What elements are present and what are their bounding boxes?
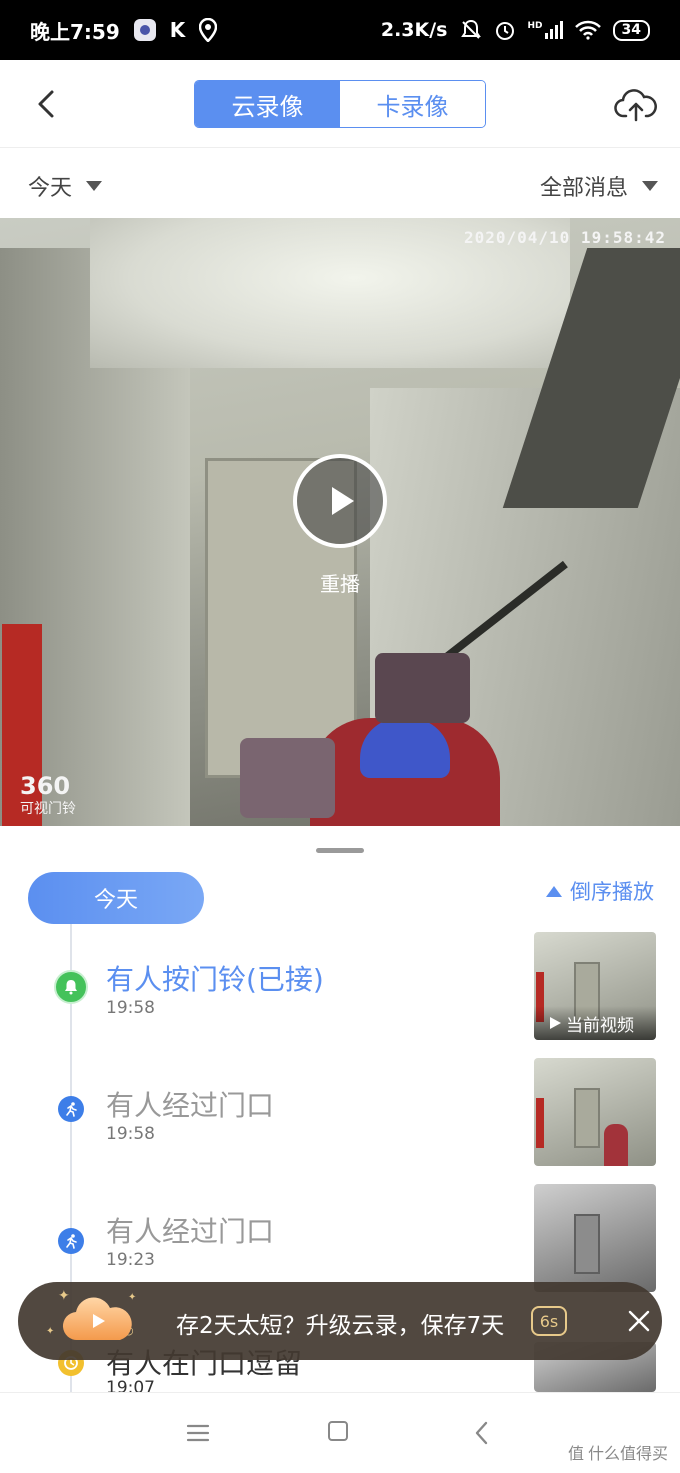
status-bar: 晚上7:59 K 2.3K/s HD 34	[0, 0, 680, 60]
tab-cloud-recording[interactable]: 云录像	[195, 81, 340, 127]
reverse-play-label: 倒序播放	[570, 880, 654, 904]
tab-card-recording[interactable]: 卡录像	[340, 81, 485, 127]
video-timestamp: 2020/04/10 19:58:42	[463, 228, 666, 247]
caret-down-icon	[642, 181, 658, 191]
current-video-caption: 当前视频	[534, 1006, 656, 1040]
watermark-icon: 值	[567, 1444, 584, 1463]
battery-indicator: 34	[612, 19, 650, 41]
caret-down-icon	[86, 181, 103, 191]
event-thumbnail[interactable]	[534, 1058, 656, 1166]
replay-label: 重播	[320, 572, 360, 596]
wifi-icon	[574, 20, 601, 40]
back-icon[interactable]	[472, 1419, 492, 1447]
running-person-icon	[58, 1228, 84, 1254]
event-title: 有人经过门口	[106, 1089, 275, 1122]
k-app-icon: K	[169, 18, 186, 42]
caret-up-icon	[546, 885, 562, 897]
event-time: 19:58	[106, 1124, 155, 1144]
drag-handle[interactable]	[316, 848, 364, 853]
play-icon	[332, 487, 354, 515]
face-blur	[240, 738, 335, 818]
date-filter-dropdown[interactable]: 今天	[28, 170, 103, 202]
sparkle-icon: ✦	[46, 1326, 55, 1337]
event-thumbnail[interactable]	[534, 1184, 656, 1292]
recording-source-toggle: 云录像 卡录像	[194, 80, 486, 128]
event-time: 19:58	[106, 998, 155, 1018]
cloud-play-icon	[62, 1297, 132, 1341]
filter-bar: 今天 全部消息	[0, 148, 680, 218]
promo-countdown: 6s	[531, 1306, 567, 1336]
message-type-dropdown[interactable]: 全部消息	[540, 170, 658, 202]
mute-bell-icon	[460, 19, 481, 39]
video-player[interactable]: 2020/04/10 19:58:42 360 可视门铃 重播	[0, 218, 680, 826]
event-thumbnail[interactable]: 当前视频	[534, 932, 656, 1040]
source-watermark: 值 什么值得买	[568, 1440, 668, 1464]
play-icon	[550, 1017, 561, 1029]
replay-button[interactable]	[293, 454, 387, 548]
status-time: 晚上7:59	[30, 19, 120, 44]
menu-icon[interactable]	[186, 1423, 210, 1443]
running-person-icon	[58, 1096, 84, 1122]
date-filter-label: 今天	[28, 176, 73, 201]
message-type-label: 全部消息	[539, 176, 628, 201]
app-notification-icon	[133, 19, 156, 41]
home-button[interactable]	[328, 1421, 348, 1441]
logo-text: 可视门铃	[20, 801, 76, 817]
location-icon	[199, 18, 218, 42]
cloud-upload-icon[interactable]	[614, 84, 658, 124]
status-bar-left: 晚上7:59 K	[30, 0, 218, 60]
event-title: 有人按门铃(已接)	[106, 963, 324, 996]
status-bar-right: 2.3K/s HD 34	[381, 0, 650, 60]
hd-signal-icon: HD	[528, 21, 563, 39]
reverse-play-button[interactable]: 倒序播放	[546, 876, 654, 906]
timeline-event[interactable]: 有人经过门口 19:58	[0, 1050, 680, 1176]
top-nav-bar: 云录像 卡录像	[0, 60, 680, 148]
face-blur	[375, 653, 470, 723]
alarm-clock-icon	[495, 22, 514, 40]
promo-text: 存2天太短？升级云录，保存7天	[176, 1313, 505, 1339]
upgrade-promo-banner[interactable]: ✦ ✦ ✦ ○ 存2天太短？升级云录，保存7天 6s	[18, 1282, 662, 1360]
timeline-event[interactable]: 有人按门铃(已接) 19:58 当前视频	[0, 924, 680, 1050]
network-speed: 2.3K/s	[380, 19, 448, 41]
event-title: 有人经过门口	[106, 1215, 275, 1248]
logo-number: 360	[20, 772, 71, 800]
bell-icon	[54, 970, 88, 1004]
video-watermark-logo: 360 可视门铃	[20, 774, 76, 818]
chevron-left-icon[interactable]	[28, 84, 68, 124]
timeline-date-pill[interactable]: 今天	[28, 872, 204, 924]
close-icon[interactable]	[624, 1306, 654, 1336]
watermark-text: 什么值得买	[587, 1444, 668, 1463]
event-time: 19:23	[106, 1250, 155, 1270]
